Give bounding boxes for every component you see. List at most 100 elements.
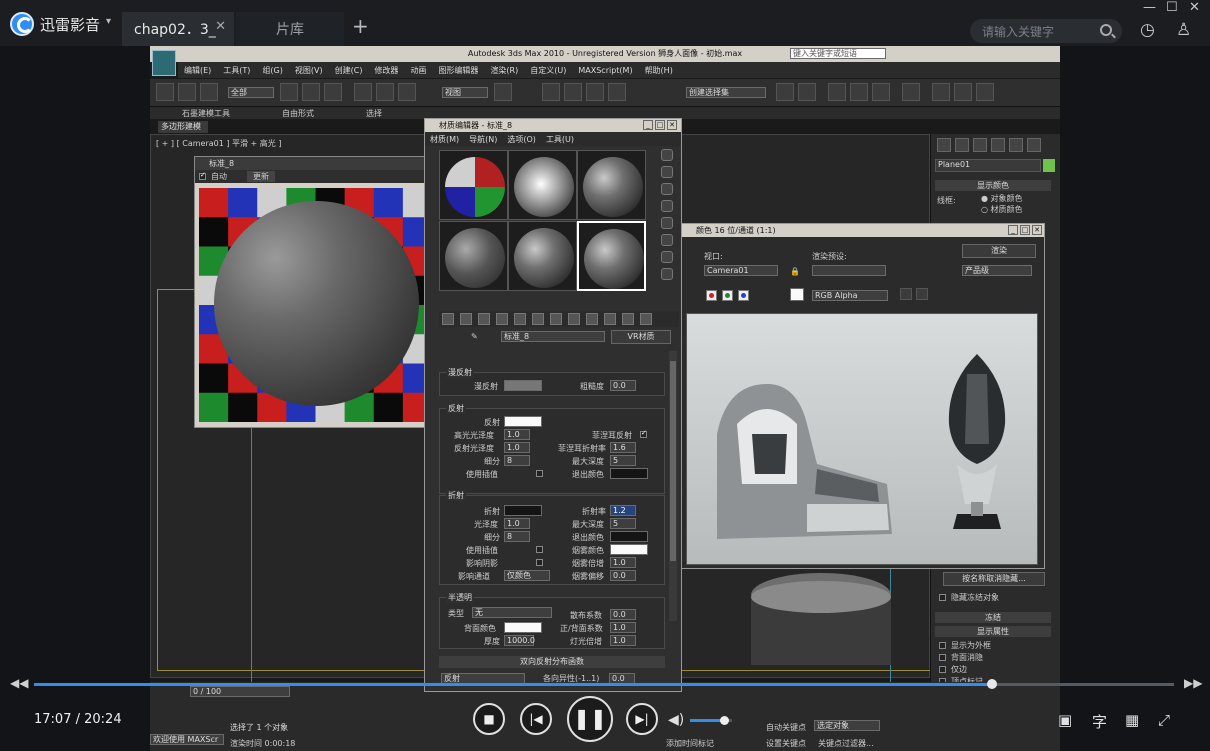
hide-frozen-checkbox[interactable] bbox=[939, 594, 946, 601]
object-name-field[interactable]: Plane01 bbox=[935, 159, 1041, 172]
display-prop-checkbox[interactable] bbox=[939, 654, 946, 661]
scatter-field[interactable]: 0.0 bbox=[610, 609, 636, 620]
hierarchy-tab-icon[interactable] bbox=[973, 138, 987, 152]
refr-gloss-field[interactable]: 1.0 bbox=[504, 518, 530, 529]
utilities-tab-icon[interactable] bbox=[1027, 138, 1041, 152]
chevron-down-icon[interactable]: ▾ bbox=[106, 16, 111, 27]
maximize-icon[interactable]: □ bbox=[1020, 225, 1030, 235]
auto-checkbox[interactable] bbox=[199, 171, 206, 180]
refr-exit-color-swatch[interactable] bbox=[610, 531, 648, 542]
add-tab-icon[interactable]: + bbox=[352, 14, 369, 38]
progress-knob[interactable] bbox=[986, 679, 997, 689]
selection-filter[interactable]: 全部 bbox=[228, 87, 274, 98]
app-name[interactable]: 迅雷影音 bbox=[40, 14, 100, 35]
brdf-rollout[interactable]: 双向反射分布函数 bbox=[439, 656, 665, 668]
minimize-icon[interactable]: — bbox=[1143, 0, 1156, 15]
ref-coord-select[interactable]: 视图 bbox=[442, 87, 488, 98]
max-menu-item[interactable]: 渲染(R) bbox=[490, 65, 518, 76]
scale-icon[interactable] bbox=[398, 83, 416, 101]
refl-gloss-field[interactable]: 1.0 bbox=[504, 442, 530, 453]
diffuse-swatch[interactable] bbox=[504, 380, 542, 391]
time-slider[interactable]: 0 / 100 bbox=[190, 686, 290, 697]
ior-field[interactable]: 1.2 bbox=[610, 505, 636, 516]
angle-snap-icon[interactable] bbox=[564, 83, 582, 101]
reset-icon[interactable] bbox=[496, 313, 508, 325]
refl-max-depth-field[interactable]: 5 bbox=[610, 455, 636, 466]
unique-icon[interactable] bbox=[532, 313, 544, 325]
max-search-field[interactable]: 键入关键字或短语 bbox=[790, 48, 886, 59]
select-by-material-icon[interactable] bbox=[661, 268, 673, 280]
rewind-icon[interactable]: ◀◀ bbox=[10, 676, 28, 690]
affect-channels-select[interactable]: 仅颜色 bbox=[504, 570, 550, 581]
display-prop-checkbox[interactable] bbox=[939, 642, 946, 649]
next-button[interactable]: ▶| bbox=[626, 703, 658, 735]
selected-object-select[interactable]: 选定对象 bbox=[814, 720, 880, 731]
save-image-icon[interactable] bbox=[900, 288, 912, 300]
fog-bias-field[interactable]: 0.0 bbox=[610, 570, 636, 581]
maximize-icon[interactable]: □ bbox=[655, 120, 665, 130]
curve-editor-icon[interactable] bbox=[850, 83, 868, 101]
thickness-field[interactable]: 1000.0 bbox=[504, 635, 535, 646]
go-parent-icon[interactable] bbox=[622, 313, 634, 325]
sample-type-icon[interactable] bbox=[661, 149, 673, 161]
named-selection-set[interactable]: 创建选择集 bbox=[686, 87, 766, 98]
max-menu-item[interactable]: 编辑(E) bbox=[184, 65, 211, 76]
refr-interp-checkbox[interactable] bbox=[536, 546, 543, 553]
material-slot-6[interactable] bbox=[577, 221, 646, 291]
light-mult-field[interactable]: 1.0 bbox=[610, 635, 636, 646]
refr-max-depth-field[interactable]: 5 bbox=[610, 518, 636, 529]
display-prop-checkbox[interactable] bbox=[939, 666, 946, 673]
ribbon-tab-freeform[interactable]: 自由形式 bbox=[282, 108, 314, 119]
region-select-icon[interactable] bbox=[324, 83, 342, 101]
ribbon-poly-modeling[interactable]: 多边形建模 bbox=[158, 121, 208, 133]
put-to-library-icon[interactable] bbox=[550, 313, 562, 325]
playlist-grid-icon[interactable]: ▦ bbox=[1125, 711, 1139, 729]
get-material-icon[interactable] bbox=[442, 313, 454, 325]
select-by-name-icon[interactable] bbox=[302, 83, 320, 101]
affect-shadows-checkbox[interactable] bbox=[536, 559, 543, 566]
close-icon[interactable]: ✕ bbox=[1032, 225, 1042, 235]
options-icon[interactable] bbox=[661, 251, 673, 263]
roughness-field[interactable]: 0.0 bbox=[610, 380, 636, 391]
link-icon[interactable] bbox=[178, 83, 196, 101]
search-input[interactable]: 请输入关键字 bbox=[970, 19, 1122, 43]
display-props-rollout[interactable]: 显示属性 bbox=[935, 626, 1051, 637]
fwd-back-field[interactable]: 1.0 bbox=[610, 622, 636, 633]
display-color-rollout[interactable]: 显示颜色 bbox=[935, 180, 1051, 191]
snap-icon[interactable] bbox=[542, 83, 560, 101]
render-preset-select[interactable] bbox=[812, 265, 886, 276]
material-type-button[interactable]: VR材质 bbox=[611, 330, 671, 344]
material-menu-item[interactable]: 导航(N) bbox=[469, 134, 497, 145]
radio-object-color[interactable]: ● 对象颜色 bbox=[981, 193, 1023, 204]
translucency-type-select[interactable]: 无 bbox=[472, 607, 552, 618]
material-menu-item[interactable]: 选项(O) bbox=[507, 134, 536, 145]
fresnel-ior-field[interactable]: 1.6 bbox=[610, 442, 636, 453]
uv-tiling-icon[interactable] bbox=[661, 200, 673, 212]
display-tab-icon[interactable] bbox=[1009, 138, 1023, 152]
motion-tab-icon[interactable] bbox=[991, 138, 1005, 152]
select-icon[interactable] bbox=[280, 83, 298, 101]
tab-current-video[interactable]: chap02．3_ ✕ bbox=[122, 12, 234, 46]
material-slot-1[interactable] bbox=[439, 150, 508, 220]
refl-subdivs-field[interactable]: 8 bbox=[504, 455, 530, 466]
max-menu-item[interactable]: 自定义(U) bbox=[530, 65, 566, 76]
go-sibling-icon[interactable] bbox=[640, 313, 652, 325]
align-icon[interactable] bbox=[798, 83, 816, 101]
layer-icon[interactable] bbox=[828, 83, 846, 101]
make-preview-icon[interactable] bbox=[661, 234, 673, 246]
percent-snap-icon[interactable] bbox=[586, 83, 604, 101]
material-menu-item[interactable]: 工具(U) bbox=[546, 134, 574, 145]
back-color-swatch[interactable] bbox=[504, 622, 542, 633]
render-teapot-icon[interactable] bbox=[976, 83, 994, 101]
close-icon[interactable]: ✕ bbox=[215, 19, 226, 34]
max-menu-item[interactable]: 视图(V) bbox=[295, 65, 323, 76]
show-map-icon[interactable] bbox=[586, 313, 598, 325]
refl-exit-color-swatch[interactable] bbox=[610, 468, 648, 479]
render-button[interactable]: 渲染 bbox=[962, 244, 1036, 258]
picture-in-picture-icon[interactable]: ▣ bbox=[1058, 711, 1072, 729]
auto-key-button[interactable]: 自动关键点 bbox=[766, 722, 806, 733]
schematic-icon[interactable] bbox=[872, 83, 890, 101]
progress-bar[interactable] bbox=[34, 679, 1174, 689]
viewport-select[interactable]: Camera01 bbox=[704, 265, 778, 276]
clear-icon[interactable] bbox=[916, 288, 928, 300]
